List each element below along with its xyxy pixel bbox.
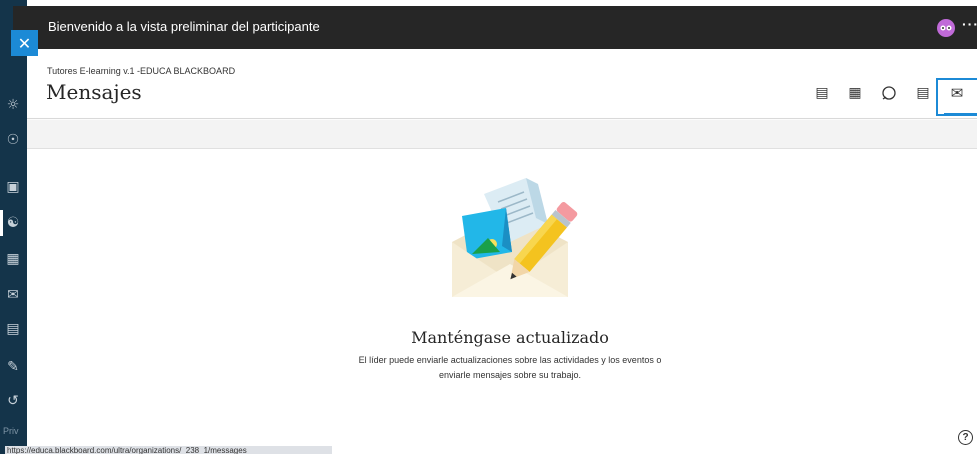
privacy-link[interactable]: Priv: [3, 426, 19, 436]
empty-state-description-line2: enviarle mensajes sobre su trabajo.: [438, 370, 582, 380]
avatar-face-icon: [940, 25, 952, 31]
active-tab-underline: [944, 113, 977, 115]
breadcrumb[interactable]: Tutores E-learning v.1 -EDUCA BLACKBOARD: [47, 66, 235, 76]
help-icon[interactable]: ?: [958, 430, 973, 445]
mail-icon[interactable]: ✉: [4, 286, 22, 304]
calendar-page-icon[interactable]: ▤: [813, 84, 831, 102]
notes-icon[interactable]: ▤: [914, 84, 932, 102]
left-rail: ☼ ☉ ▣ ☯ ▦ ✉ ▤ ✎ ↺ Priv: [0, 0, 27, 454]
filter-strip: [27, 120, 977, 148]
more-options-button[interactable]: ···: [962, 16, 977, 32]
empty-state-title: Manténgase actualizado: [411, 328, 609, 347]
courses-icon[interactable]: ▣: [4, 178, 22, 196]
profile-icon[interactable]: ☼: [4, 96, 22, 114]
messages-icon[interactable]: ✉: [948, 84, 966, 102]
rail-active-indicator: [0, 210, 3, 236]
discussion-icon[interactable]: [880, 84, 898, 102]
close-icon: ✕: [17, 33, 32, 53]
header-divider: [27, 118, 977, 119]
preview-title: Bienvenido a la vista preliminar del par…: [48, 19, 320, 34]
avatar[interactable]: [937, 19, 955, 37]
status-bar-url: https://educa.blackboard.com/ultra/organ…: [5, 446, 332, 454]
globe-icon[interactable]: ☉: [4, 131, 22, 149]
page-title: Mensajes: [46, 80, 142, 104]
empty-state-description-line1: El líder puede enviarle actualizaciones …: [358, 355, 662, 365]
messages-illustration: [452, 178, 578, 297]
content-divider: [27, 148, 977, 149]
calendar-grid-icon[interactable]: ▦: [846, 84, 864, 102]
signout-icon[interactable]: ↺: [4, 392, 22, 410]
calendar-icon[interactable]: ▦: [4, 250, 22, 268]
close-preview-button[interactable]: ✕: [11, 30, 38, 56]
empty-state-description: El líder puede enviarle actualizaciones …: [0, 353, 977, 383]
people-icon[interactable]: ☯: [4, 214, 22, 232]
